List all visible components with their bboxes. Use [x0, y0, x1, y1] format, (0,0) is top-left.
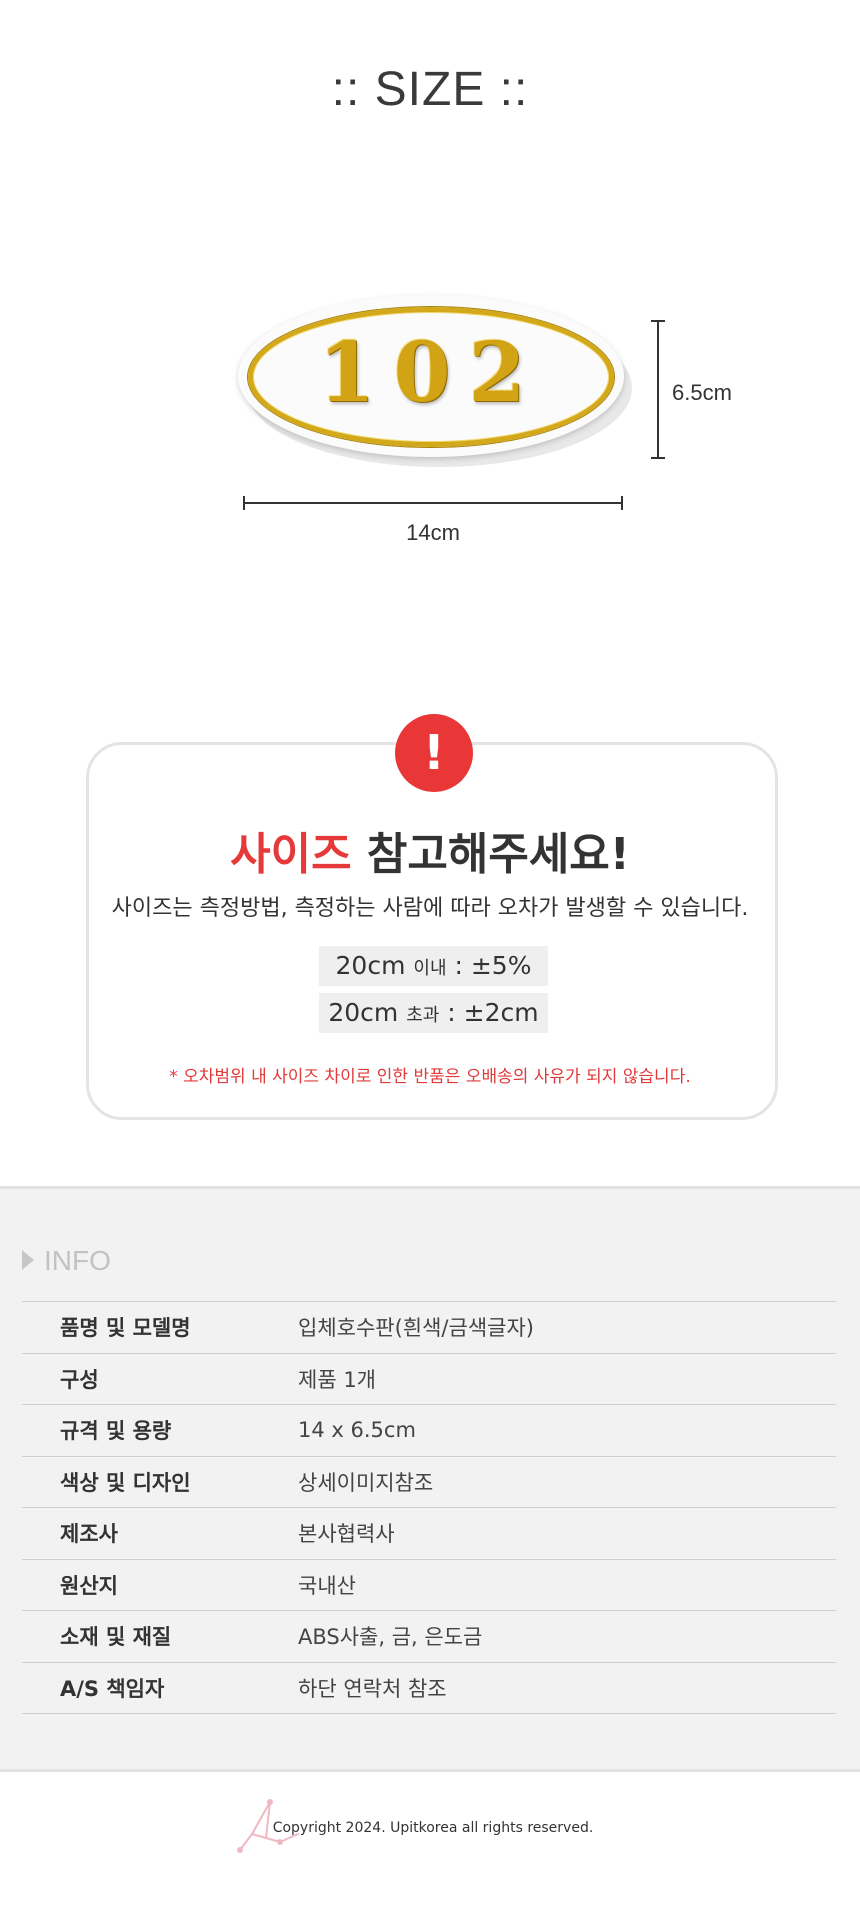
info-row: 원산지 국내산 [22, 1560, 836, 1611]
tolerance-size: 20cm [335, 951, 406, 980]
info-key: 규격 및 용량 [60, 1419, 172, 1444]
info-value: 하단 연락처 참조 [298, 1676, 447, 1701]
tolerance-size: 20cm [328, 998, 399, 1027]
info-value: 입체호수판(흰색/금색글자) [298, 1316, 534, 1341]
notice-title-highlight: 사이즈 [230, 829, 352, 880]
info-section: INFO 품명 및 모델명 입체호수판(흰색/금색글자) 구성 제품 1개 규격 및… [0, 1186, 860, 1772]
info-key: 품명 및 모델명 [60, 1316, 191, 1341]
tolerance-value: : ±2cm [439, 998, 539, 1027]
info-value: 본사협력사 [298, 1522, 395, 1547]
copyright-text: Copyright 2024. Upitkorea all rights res… [272, 1820, 594, 1836]
info-row: 색상 및 디자인 상세이미지참조 [22, 1457, 836, 1508]
width-label: 14cm [406, 520, 460, 545]
info-key: 색상 및 디자인 [60, 1470, 191, 1495]
info-key: 구성 [60, 1367, 99, 1392]
info-key: 제조사 [60, 1522, 118, 1547]
exclamation-icon: ! [395, 714, 473, 792]
tolerance-qualifier: 이내 [413, 958, 447, 979]
notice-title-rest: 참고해주세요! [351, 829, 630, 880]
info-key: 소재 및 재질 [60, 1625, 172, 1650]
info-key: A/S 책임자 [60, 1676, 165, 1701]
width-dimension-line [243, 502, 623, 504]
tolerance-value: : ±5% [446, 951, 532, 980]
info-row: 제조사 본사협력사 [22, 1508, 836, 1560]
triangle-bullet-icon [22, 1249, 34, 1270]
tolerance-over-20cm: 20cm 초과 : ±2cm [319, 993, 548, 1033]
info-heading: INFO [22, 1245, 111, 1277]
footer: Copyright 2024. Upitkorea all rights res… [0, 1798, 860, 1858]
plate-number: 102 [318, 325, 544, 421]
info-row: 소재 및 재질 ABS사출, 금, 은도금 [22, 1611, 836, 1663]
width-dimension-cap-right [621, 496, 623, 510]
info-value: 14 x 6.5cm [298, 1418, 416, 1443]
info-row: A/S 책임자 하단 연락처 참조 [22, 1663, 836, 1714]
info-value: 제품 1개 [298, 1367, 376, 1392]
info-value: 국내산 [298, 1573, 356, 1598]
info-row: 구성 제품 1개 [22, 1354, 836, 1405]
notice-footnote: * 오차범위 내 사이즈 차이로 인한 반품은 오배송의 사유가 되지 않습니다… [169, 1067, 691, 1087]
info-table: 품명 및 모델명 입체호수판(흰색/금색글자) 구성 제품 1개 규격 및 용량 14… [22, 1301, 836, 1714]
info-key: 원산지 [60, 1573, 118, 1598]
height-dimension-line [657, 320, 659, 459]
tolerance-qualifier: 초과 [406, 1005, 440, 1026]
info-value: 상세이미지참조 [298, 1470, 434, 1495]
plate-body: 102 [238, 295, 624, 457]
info-row: 규격 및 용량 14 x 6.5cm [22, 1405, 836, 1457]
tolerance-under-20cm: 20cm 이내 : ±5% [319, 946, 548, 986]
height-label: 6.5cm [672, 380, 732, 405]
height-dimension-cap-bottom [651, 457, 665, 459]
height-dimension-cap-top [651, 320, 665, 322]
info-row: 품명 및 모델명 입체호수판(흰색/금색글자) [22, 1302, 836, 1354]
info-value: ABS사출, 금, 은도금 [298, 1625, 483, 1650]
size-section-title: :: SIZE :: [331, 63, 529, 116]
product-image-room-number-plate: 102 [238, 295, 632, 471]
notice-description: 사이즈는 측정방법, 측정하는 사람에 따라 오차가 발생할 수 있습니다. [111, 896, 749, 921]
info-heading-label: INFO [44, 1245, 111, 1276]
width-dimension-cap-left [243, 496, 245, 510]
notice-title: 사이즈 참고해주세요! [0, 818, 860, 882]
